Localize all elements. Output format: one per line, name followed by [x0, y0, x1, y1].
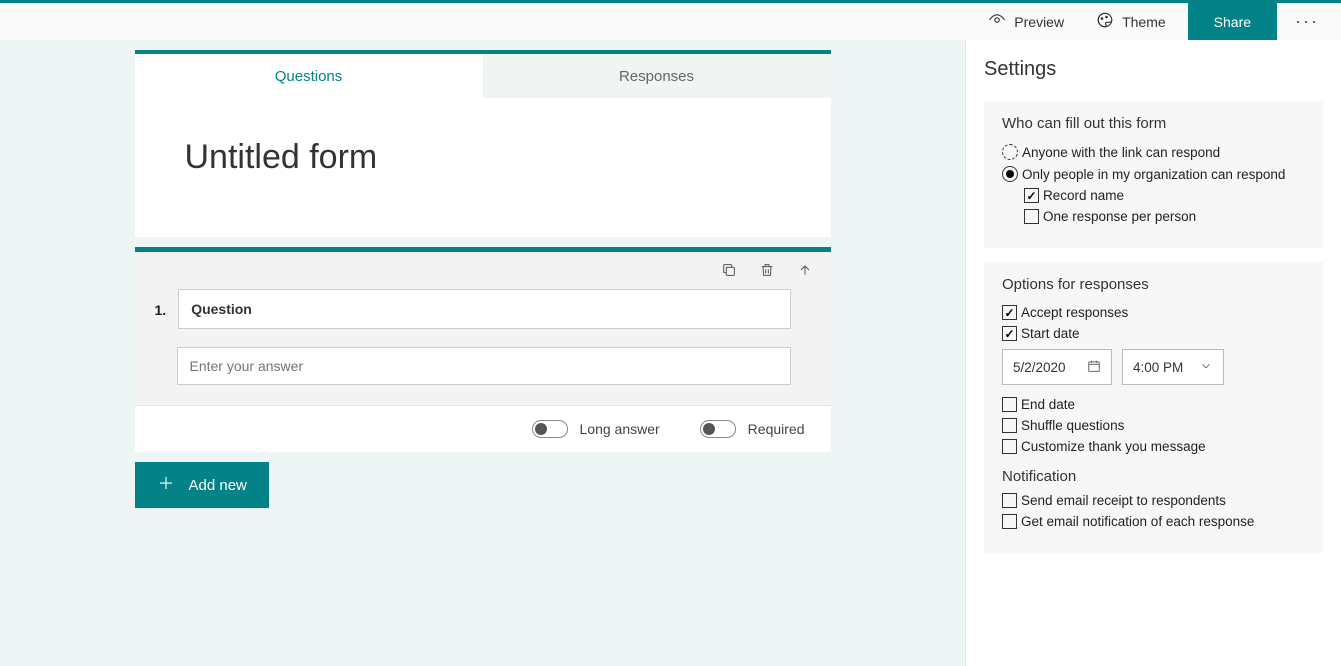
preview-button[interactable]: Preview [972, 2, 1080, 42]
section-options: Options for responses Accept responses S… [984, 262, 1323, 553]
tab-responses-label: Responses [619, 68, 694, 85]
checkbox-icon [1002, 514, 1017, 529]
checkbox-icon [1002, 397, 1017, 412]
form-title[interactable]: Untitled form [185, 138, 781, 177]
required-toggle[interactable] [700, 420, 736, 438]
tab-questions-label: Questions [275, 68, 343, 85]
question-number: 1. [155, 302, 167, 318]
question-title-input[interactable] [178, 289, 790, 329]
radio-icon [1002, 144, 1018, 160]
customize-label: Customize thank you message [1021, 439, 1206, 454]
share-button[interactable]: Share [1188, 3, 1277, 41]
radio-anyone-label: Anyone with the link can respond [1022, 145, 1220, 160]
options-title: Options for responses [1002, 276, 1305, 293]
check-customize[interactable]: Customize thank you message [1002, 439, 1305, 454]
share-label: Share [1214, 14, 1251, 30]
preview-icon [988, 11, 1006, 32]
radio-org-label: Only people in my organization can respo… [1022, 167, 1285, 182]
start-date-value: 5/2/2020 [1013, 360, 1066, 375]
check-accept[interactable]: Accept responses [1002, 305, 1305, 320]
checkbox-icon [1024, 209, 1039, 224]
checkbox-icon [1002, 305, 1017, 320]
preview-label: Preview [1014, 14, 1064, 30]
theme-label: Theme [1122, 14, 1166, 30]
trash-icon[interactable] [759, 262, 775, 283]
one-response-label: One response per person [1043, 209, 1196, 224]
check-start-date[interactable]: Start date [1002, 326, 1305, 341]
add-new-label: Add new [189, 477, 247, 494]
calendar-icon [1087, 359, 1101, 376]
check-one-response[interactable]: One response per person [1024, 209, 1305, 224]
checkbox-icon [1002, 439, 1017, 454]
settings-panel: Settings Who can fill out this form Anyo… [965, 40, 1341, 666]
start-date-label: Start date [1021, 326, 1080, 341]
start-time-field[interactable]: 4:00 PM [1122, 349, 1224, 385]
each-response-label: Get email notification of each response [1021, 514, 1254, 529]
tab-responses[interactable]: Responses [483, 54, 831, 98]
long-answer-toggle[interactable] [532, 420, 568, 438]
end-date-label: End date [1021, 397, 1075, 412]
radio-icon [1002, 166, 1018, 182]
theme-button[interactable]: Theme [1080, 2, 1182, 42]
plus-icon [157, 474, 175, 496]
form-tabs: Questions Responses [135, 50, 831, 98]
long-answer-label: Long answer [580, 421, 660, 437]
required-label: Required [748, 421, 805, 437]
checkbox-icon [1002, 418, 1017, 433]
question-toolbar [135, 252, 831, 289]
who-title: Who can fill out this form [1002, 115, 1305, 132]
add-new-button[interactable]: Add new [135, 462, 269, 508]
accept-label: Accept responses [1021, 305, 1128, 320]
section-who: Who can fill out this form Anyone with t… [984, 101, 1323, 248]
check-end-date[interactable]: End date [1002, 397, 1305, 412]
notification-title: Notification [1002, 468, 1305, 485]
form-header-card: Untitled form [135, 98, 831, 237]
settings-heading: Settings [984, 58, 1323, 81]
copy-icon[interactable] [721, 262, 737, 283]
move-up-icon[interactable] [797, 262, 813, 283]
chevron-down-icon [1199, 359, 1213, 376]
check-receipt[interactable]: Send email receipt to respondents [1002, 493, 1305, 508]
question-card: 1. Long answer Required [135, 247, 831, 452]
shuffle-label: Shuffle questions [1021, 418, 1124, 433]
top-bar: Preview Theme Share ··· [0, 0, 1341, 40]
start-date-field[interactable]: 5/2/2020 [1002, 349, 1112, 385]
radio-org[interactable]: Only people in my organization can respo… [1002, 166, 1305, 182]
checkbox-icon [1002, 326, 1017, 341]
checkbox-icon [1002, 493, 1017, 508]
check-each-response[interactable]: Get email notification of each response [1002, 514, 1305, 529]
theme-icon [1096, 11, 1114, 32]
question-footer: Long answer Required [135, 405, 831, 452]
receipt-label: Send email receipt to respondents [1021, 493, 1226, 508]
check-shuffle[interactable]: Shuffle questions [1002, 418, 1305, 433]
start-time-value: 4:00 PM [1133, 360, 1183, 375]
tab-questions[interactable]: Questions [135, 54, 483, 98]
check-record-name[interactable]: Record name [1024, 188, 1305, 203]
ellipsis-icon: ··· [1295, 11, 1319, 31]
checkbox-icon [1024, 188, 1039, 203]
radio-anyone[interactable]: Anyone with the link can respond [1002, 144, 1305, 160]
record-name-label: Record name [1043, 188, 1124, 203]
more-button[interactable]: ··· [1283, 11, 1331, 32]
answer-input[interactable] [177, 347, 791, 385]
